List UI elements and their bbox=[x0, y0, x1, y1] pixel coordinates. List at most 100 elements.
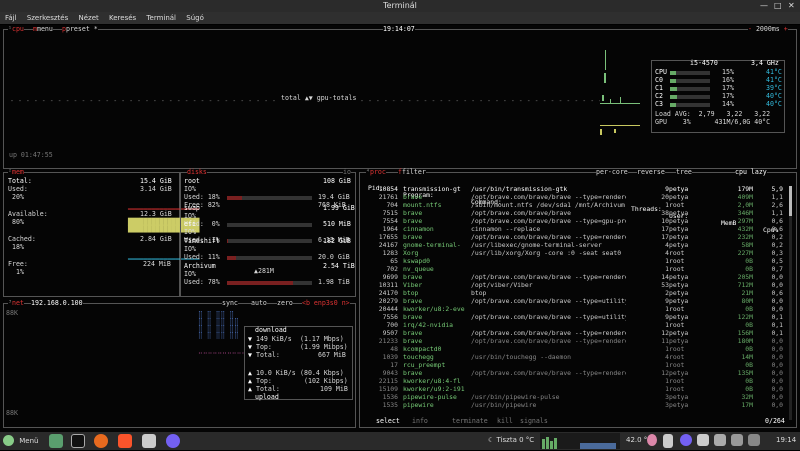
cpu-panel-label[interactable]: ¹cpu bbox=[8, 26, 24, 33]
proc-user: petya bbox=[669, 193, 689, 201]
cpu-menu-button[interactable]: mmenu bbox=[33, 26, 53, 33]
menu-view[interactable]: Nézet bbox=[78, 14, 98, 22]
cpu-model: i5-4570 bbox=[690, 59, 718, 67]
close-icon[interactable]: ✕ bbox=[788, 0, 795, 12]
proc-command: /opt/viber/Viber bbox=[471, 282, 533, 289]
proc-reverse-toggle[interactable]: reverse bbox=[637, 169, 665, 176]
table-row[interactable]: 17 rcu_preempt 1 root 0B 0,0 bbox=[363, 362, 789, 369]
table-row[interactable]: 7515 brave/opt/brave.com/brave/brave 38 pet… bbox=[363, 210, 789, 217]
proc-pid: 7554 bbox=[382, 217, 398, 225]
proc-select-button[interactable]: select bbox=[376, 418, 400, 425]
table-row[interactable]: 9699 brave/opt/brave.com/brave/brave --ty… bbox=[363, 274, 789, 281]
net-sync-toggle[interactable]: sync bbox=[222, 300, 238, 307]
proc-user: petya bbox=[669, 209, 689, 217]
table-row[interactable]: 22115 kworker/u8:4-fl 1 root 0B 0,0 bbox=[363, 378, 789, 385]
table-row[interactable]: 9507 brave/opt/brave.com/brave/brave --ty… bbox=[363, 330, 789, 337]
tray-shield-icon[interactable] bbox=[697, 434, 709, 446]
proc-info-button[interactable]: info bbox=[412, 418, 428, 425]
table-row[interactable]: 20444 kworker/u8:2-eve 1 root 0B 0,0 bbox=[363, 306, 789, 313]
table-row[interactable]: 7554 brave/opt/brave.com/brave/brave --ty… bbox=[363, 218, 789, 225]
table-row[interactable]: 700 irq/42-nvidia 1 root 0B 0,1 bbox=[363, 322, 789, 329]
tray-update-icon[interactable] bbox=[748, 434, 760, 446]
disks-panel-label[interactable]: disks bbox=[187, 169, 207, 176]
cpu-preset-button[interactable]: ppreset * bbox=[62, 26, 98, 33]
menu-file[interactable]: Fájl bbox=[5, 14, 17, 22]
table-row[interactable]: 9043 brave/opt/brave.com/brave/brave --ty… bbox=[363, 370, 789, 377]
maximize-icon[interactable]: □ bbox=[774, 0, 782, 12]
shield-icon[interactable] bbox=[142, 434, 156, 448]
terminal-area[interactable]: ¹cpu mmenu ppreset * 19:14:07 - 2000ms +… bbox=[0, 25, 800, 432]
table-row[interactable]: 21761 brave/opt/brave.com/brave/brave --t… bbox=[363, 194, 789, 201]
brave-icon[interactable] bbox=[118, 434, 132, 448]
table-row[interactable]: 48 kcompactd0 1 root 0B 0,0 bbox=[363, 346, 789, 353]
cpu-core-bar bbox=[670, 70, 676, 75]
table-row[interactable]: 21233 brave/opt/brave.com/brave/brave --t… bbox=[363, 338, 789, 345]
proc-pid: 9699 bbox=[382, 273, 398, 281]
table-row[interactable]: 1283 Xorg/usr/lib/xorg/Xorg -core :0 -sea… bbox=[363, 250, 789, 257]
proc-sort-selector[interactable]: cpu lazy bbox=[735, 169, 767, 176]
proc-user: root bbox=[669, 377, 685, 385]
proc-kill-button[interactable]: kill bbox=[497, 418, 513, 425]
disk-name: Archivum bbox=[184, 262, 216, 270]
files-icon[interactable] bbox=[49, 434, 63, 448]
net-iface-selector[interactable]: <b enp3s0 n> bbox=[302, 300, 350, 307]
proc-cpu: 0,0 bbox=[771, 353, 783, 361]
table-row[interactable]: 1039 touchegg/usr/bin/touchegg --daemon 4 r… bbox=[363, 354, 789, 361]
table-row[interactable]: 65 kswapd0 1 root 0B 0,5 bbox=[363, 258, 789, 265]
minimize-icon[interactable]: — bbox=[760, 0, 768, 12]
proc-mem: 0B bbox=[745, 377, 753, 385]
firefox-icon[interactable] bbox=[94, 434, 108, 448]
table-row[interactable]: 24167 gnome-terminal- /usr/libexec/gnome-t… bbox=[363, 242, 789, 249]
net-panel-label[interactable]: ³net bbox=[8, 300, 24, 307]
proc-per-core-toggle[interactable]: per-core bbox=[596, 169, 628, 176]
proc-terminate-button[interactable]: terminate bbox=[452, 418, 488, 425]
pink-status-icon[interactable] bbox=[647, 434, 657, 446]
viber-icon[interactable] bbox=[166, 434, 180, 448]
table-row[interactable]: 1536 pipewire-pulse/usr/bin/pipewire-puls… bbox=[363, 394, 789, 401]
terminal-icon[interactable] bbox=[71, 434, 85, 448]
table-row[interactable]: 17655 brave/opt/brave.com/brave/brave --t… bbox=[363, 234, 789, 241]
weather-widget[interactable]: ☾ Tiszta 0 °C bbox=[488, 436, 534, 444]
table-row[interactable]: 704 mount.ntfs/sbin/mount.ntfs /dev/sda1 … bbox=[363, 202, 789, 209]
mem-panel-label[interactable]: ²mem bbox=[8, 169, 24, 176]
table-row[interactable]: 15109 kworker/u9:2-i91 1 root 0B 0,0 bbox=[363, 386, 789, 393]
table-row[interactable]: 10854 transmission-gt/usr/bin/transmissio… bbox=[363, 186, 789, 193]
menu-help[interactable]: Súgó bbox=[186, 14, 204, 22]
table-row[interactable]: 1964 cinnamon cinnamon --replace 17 petya 432… bbox=[363, 226, 789, 233]
proc-tree-toggle[interactable]: tree bbox=[676, 169, 692, 176]
table-row[interactable]: 1535 pipewire/usr/bin/pipewire 3 petya 17M 0,… bbox=[363, 402, 789, 409]
menu-search[interactable]: Keresés bbox=[109, 14, 136, 22]
net-auto-toggle[interactable]: auto bbox=[251, 300, 267, 307]
proc-panel-label[interactable]: ⁴proc bbox=[366, 169, 386, 176]
proc-scrollbar[interactable] bbox=[789, 186, 792, 420]
proc-mem: 0B bbox=[745, 321, 753, 329]
system-monitor-applet[interactable] bbox=[540, 433, 620, 449]
table-row[interactable]: 24170 btop btop 2 petya 21M 0,6 bbox=[363, 290, 789, 297]
disk-used-label: Used: 11% bbox=[184, 253, 220, 261]
disks-io-toggle[interactable]: io bbox=[343, 169, 351, 176]
menu-terminal[interactable]: Terminál bbox=[146, 14, 176, 22]
proc-program: brave bbox=[403, 194, 423, 201]
start-menu-button[interactable]: Menü bbox=[3, 435, 38, 446]
tray-network-icon[interactable] bbox=[714, 434, 726, 446]
proc-scrollbar-thumb[interactable] bbox=[789, 186, 792, 216]
table-row[interactable]: 702 nv_queue 1 root 0B 0,7 bbox=[363, 266, 789, 273]
proc-cpu: 0,3 bbox=[771, 249, 783, 257]
table-row[interactable]: 20279 brave/opt/brave.com/brave/brave --t… bbox=[363, 298, 789, 305]
proc-command: /opt/brave.com/brave/brave --type=render… bbox=[471, 370, 626, 377]
tray-icon-1[interactable] bbox=[663, 434, 673, 448]
proc-filter-button[interactable]: ffilter bbox=[398, 169, 426, 176]
proc-threads: 1 bbox=[665, 201, 669, 209]
menu-edit[interactable]: Szerkesztés bbox=[27, 14, 68, 22]
proc-signals-button[interactable]: signals bbox=[520, 418, 548, 425]
cpu-interval[interactable]: - 2000ms + bbox=[748, 26, 788, 33]
net-zero-toggle[interactable]: zero bbox=[277, 300, 293, 307]
mem-available-pct: 80% bbox=[12, 218, 24, 226]
table-row[interactable]: 10311 Viber/opt/viber/Viber 53 petya 712M 0,0 bbox=[363, 282, 789, 289]
table-row[interactable]: 7556 brave/opt/brave.com/brave/brave --ty… bbox=[363, 314, 789, 321]
tray-viber-icon[interactable] bbox=[680, 434, 692, 446]
proc-user: petya bbox=[669, 313, 689, 321]
tray-sound-icon[interactable] bbox=[731, 434, 743, 446]
start-menu-label: Menü bbox=[19, 436, 39, 445]
proc-user: petya bbox=[669, 225, 689, 233]
